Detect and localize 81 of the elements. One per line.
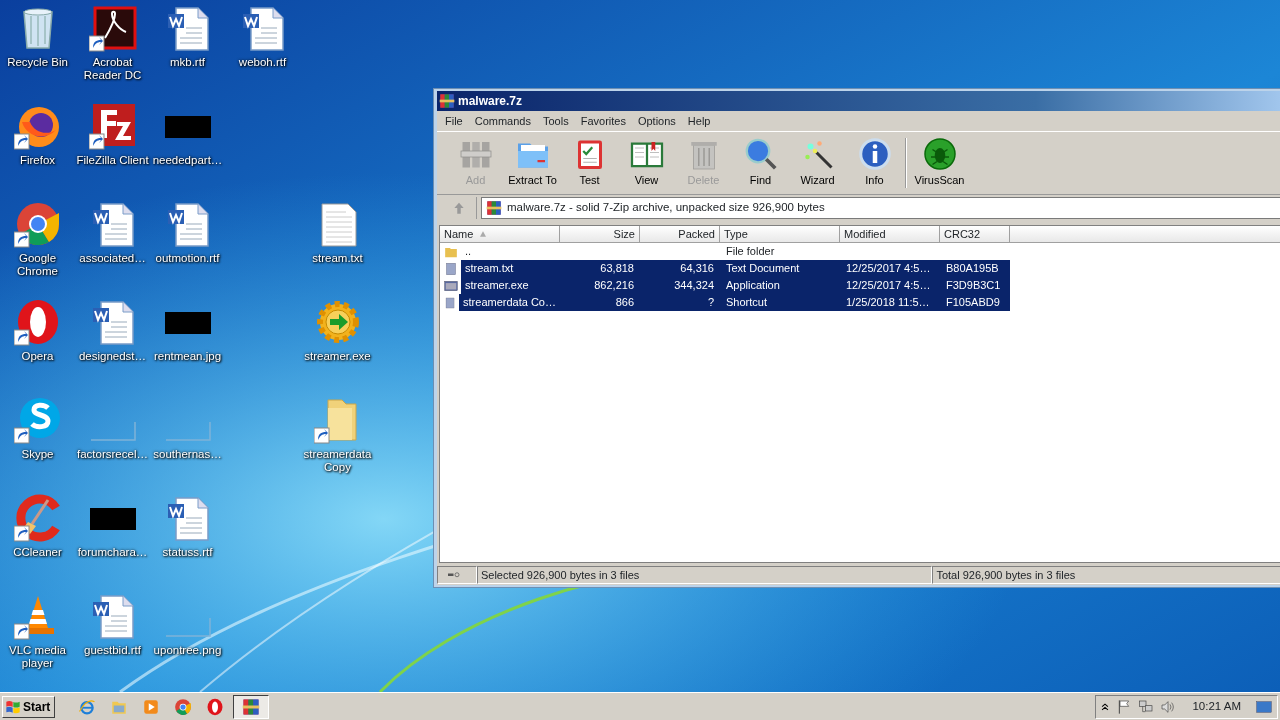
icon-label[interactable]: outmotion.rtf: [150, 252, 225, 265]
toolbar-button[interactable]: Extract To: [504, 136, 561, 189]
table-cell: 1/25/2018 11:5…: [840, 294, 940, 311]
document-icon: [444, 261, 458, 276]
icon-label[interactable]: mkb.rtf: [150, 56, 225, 69]
application-icon: [444, 278, 458, 293]
toolbar-button[interactable]: VirusScan: [911, 136, 968, 189]
icon-label[interactable]: associated…: [75, 252, 150, 265]
icon-label[interactable]: Opera: [0, 350, 75, 363]
table-cell: F3D9B3C1: [940, 277, 1010, 294]
document-icon: [444, 295, 457, 310]
table-cell-text: File folder: [725, 244, 776, 259]
file-name[interactable]: ..: [461, 243, 560, 260]
window-title: malware.7z: [458, 93, 523, 110]
menu-item[interactable]: Tools: [537, 112, 575, 130]
media-player-icon[interactable]: [142, 697, 161, 716]
chrome-icon[interactable]: [174, 697, 193, 716]
browser-icon[interactable]: [78, 697, 97, 716]
icon-label[interactable]: Acrobat Reader DC: [75, 56, 150, 82]
file-name[interactable]: streamer.exe: [461, 277, 560, 294]
network-icon[interactable]: [1138, 698, 1155, 715]
windows-logo-icon[interactable]: [5, 698, 21, 715]
icon-label[interactable]: neededpart…: [150, 154, 225, 167]
column-header[interactable]: Type: [720, 226, 840, 243]
file-name[interactable]: streamerdata Co…: [459, 294, 560, 311]
column-header[interactable]: Packed: [640, 226, 720, 243]
bug-icon[interactable]: [921, 136, 958, 172]
table-cell: Text Document: [720, 260, 840, 277]
address-field[interactable]: malware.7z - solid 7-Zip archive, unpacked size 926,900 bytes: [481, 197, 1280, 219]
table-cell: B80A195B: [940, 260, 1010, 277]
table-cell: ?: [640, 294, 720, 311]
table-cell: 12/25/2017 4:5…: [840, 277, 940, 294]
show-desktop-icon[interactable]: [1255, 698, 1273, 715]
toolbar-button[interactable]: Find: [732, 136, 789, 189]
skype-icon[interactable]: [13, 396, 62, 444]
address-text: malware.7z - solid 7-Zip archive, unpacked size 926,900 bytes: [507, 200, 825, 216]
column-header[interactable]: Modified: [840, 226, 940, 243]
table-cell: 344,324: [640, 277, 720, 294]
table-cell: F105ABD9: [940, 294, 1010, 311]
table-cell: 862,216: [560, 277, 640, 294]
archive-icon[interactable]: [242, 697, 261, 716]
speaker-icon[interactable]: [1160, 698, 1177, 715]
toolbar-button[interactable]: Test: [561, 136, 618, 189]
icon-label[interactable]: Firefox: [0, 154, 75, 167]
status-text: Selected 926,900 bytes in 3 files: [476, 566, 933, 584]
column-header[interactable]: CRC32: [940, 226, 1010, 243]
toolbar-button[interactable]: Wizard: [789, 136, 846, 189]
column-header[interactable]: Name: [440, 226, 560, 243]
opera-icon[interactable]: [206, 697, 225, 716]
toolbar-button[interactable]: View: [618, 136, 675, 189]
flag-icon[interactable]: [1116, 698, 1133, 715]
menu-item[interactable]: File: [439, 112, 469, 130]
table-cell: 866: [560, 294, 640, 311]
info-icon[interactable]: [856, 136, 893, 172]
archive-icon: [486, 200, 502, 216]
document-app-icon[interactable]: [88, 4, 137, 52]
file-name[interactable]: stream.txt: [461, 260, 560, 277]
menu-item[interactable]: Favorites: [574, 112, 632, 130]
ccleaner-icon[interactable]: [13, 494, 62, 542]
status-text: Total 926,900 bytes in 3 files: [932, 566, 1280, 584]
table-cell: Application: [720, 277, 840, 294]
table-cell: 64,316: [640, 260, 720, 277]
archive-icon: [439, 93, 455, 109]
icon-label[interactable]: stream.txt: [300, 252, 375, 265]
chrome-icon[interactable]: [13, 200, 62, 248]
table-cell: 63,818: [560, 260, 640, 277]
taskbar-button[interactable]: [233, 694, 270, 719]
table-cell: 12/25/2017 4:5…: [840, 260, 940, 277]
icon-label[interactable]: Google Chrome: [0, 252, 75, 278]
start-button[interactable]: Start: [2, 695, 56, 718]
icon-label[interactable]: FileZilla Client: [75, 154, 150, 167]
table-cell: Shortcut: [720, 294, 840, 311]
menu-item[interactable]: Help: [681, 112, 717, 130]
toolbar-button[interactable]: Info: [846, 136, 903, 189]
filezilla-icon[interactable]: [88, 102, 137, 150]
menu-item[interactable]: Options: [631, 112, 682, 130]
icon-label[interactable]: Recycle Bin: [0, 56, 75, 69]
menu-item[interactable]: Commands: [468, 112, 537, 130]
icon-label[interactable]: weboh.rtf: [225, 56, 300, 69]
icon-label[interactable]: designedst…: [75, 350, 150, 363]
column-header[interactable]: Size: [560, 226, 640, 243]
